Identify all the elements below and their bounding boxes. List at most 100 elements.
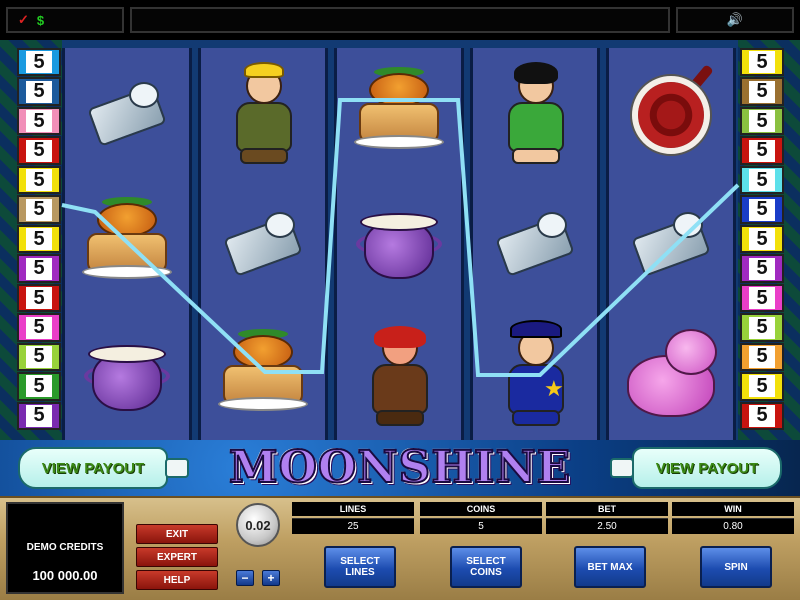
- payline-number: 5: [749, 51, 775, 74]
- bottle-cap-icon: [165, 458, 189, 478]
- reel-3: [334, 48, 464, 440]
- lines-label: LINES: [292, 502, 414, 516]
- symbol-pumpkin-pie: [201, 310, 325, 440]
- coins-value: 5: [420, 518, 542, 534]
- payline-badge-left-6[interactable]: 5: [17, 195, 61, 224]
- payline-badge-right-2[interactable]: 5: [740, 77, 784, 106]
- bet-stat: BET 2.50: [546, 502, 668, 534]
- payline-number: 5: [26, 345, 52, 368]
- symbol-beans-pan: [609, 48, 733, 178]
- payline-number: 5: [26, 404, 52, 427]
- payline-number: 5: [26, 139, 52, 162]
- bet-value: 2.50: [546, 518, 668, 534]
- credits-display: DEMO CREDITS 100 000.00: [6, 502, 124, 594]
- payline-number: 5: [749, 80, 775, 103]
- check-icon[interactable]: ✓: [18, 12, 29, 28]
- payline-number: 5: [26, 169, 52, 192]
- exit-button[interactable]: EXIT: [136, 524, 218, 544]
- view-payout-button-left[interactable]: VIEW PAYOUT: [18, 447, 168, 489]
- payline-number: 5: [749, 228, 775, 251]
- payline-number: 5: [749, 139, 775, 162]
- payline-badge-left-11[interactable]: 5: [17, 342, 61, 372]
- payline-badge-left-7[interactable]: 5: [17, 224, 61, 254]
- bet-label: BET: [546, 502, 668, 516]
- coins-stat: COINS 5: [420, 502, 542, 534]
- payline-number: 5: [749, 404, 775, 427]
- payline-badge-right-12[interactable]: 5: [740, 372, 784, 401]
- payline-badge-right-3[interactable]: 5: [740, 106, 784, 136]
- payline-badge-left-2[interactable]: 5: [17, 77, 61, 106]
- message-panel: [130, 7, 670, 33]
- select-coins-button[interactable]: SELECT COINS: [450, 546, 522, 588]
- symbol-red-haired-troll: [337, 310, 461, 440]
- bet-max-button[interactable]: BET MAX: [574, 546, 646, 588]
- game-logo: MOONSHINE: [228, 441, 572, 494]
- help-button[interactable]: HELP: [136, 570, 218, 590]
- coins-label: COINS: [420, 502, 542, 516]
- payline-badge-right-8[interactable]: 5: [740, 254, 784, 283]
- credits-label: DEMO CREDITS: [26, 542, 104, 553]
- payline-badge-right-9[interactable]: 5: [740, 283, 784, 313]
- payline-number: 5: [749, 257, 775, 280]
- symbol-sardines: [609, 178, 733, 308]
- payline-badge-right-7[interactable]: 5: [740, 224, 784, 254]
- coin-increase-button[interactable]: +: [262, 570, 280, 586]
- symbol-sardines: [473, 178, 597, 308]
- payline-badge-right-1[interactable]: 5: [740, 48, 784, 77]
- payline-number: 5: [26, 287, 52, 310]
- payline-badge-left-13[interactable]: 5: [17, 401, 61, 431]
- payline-number: 5: [26, 80, 52, 103]
- view-payout-button-right[interactable]: VIEW PAYOUT: [632, 447, 782, 489]
- lines-stat: LINES 25: [292, 502, 414, 534]
- reel-1: [62, 48, 192, 440]
- payline-number: 5: [26, 51, 52, 74]
- bottle-cap-icon: [610, 458, 634, 478]
- reel-2: [198, 48, 328, 440]
- symbol-hillbilly-banjo: [201, 48, 325, 178]
- payline-badge-left-8[interactable]: 5: [17, 254, 61, 283]
- payline-badge-right-6[interactable]: 5: [740, 195, 784, 224]
- win-stat: WIN 0.80: [672, 502, 794, 534]
- payline-number: 5: [749, 316, 775, 339]
- payline-badge-left-3[interactable]: 5: [17, 106, 61, 136]
- symbol-sheriff: ★: [473, 310, 597, 440]
- payline-number: 5: [26, 110, 52, 133]
- symbol-moonshine-pot: [337, 178, 461, 308]
- payline-badge-left-5[interactable]: 5: [17, 165, 61, 195]
- payline-badge-left-12[interactable]: 5: [17, 372, 61, 401]
- reel-4: ★: [470, 48, 600, 440]
- payline-number: 5: [26, 198, 52, 221]
- win-value: 0.80: [672, 518, 794, 534]
- payline-badge-left-10[interactable]: 5: [17, 313, 61, 342]
- payline-badge-right-4[interactable]: 5: [740, 136, 784, 165]
- payline-badge-left-9[interactable]: 5: [17, 283, 61, 313]
- coin-decrease-button[interactable]: −: [236, 570, 254, 586]
- payline-number: 5: [26, 228, 52, 251]
- symbol-big-guy: [473, 48, 597, 178]
- payline-badge-right-10[interactable]: 5: [740, 313, 784, 342]
- symbol-sardines: [65, 48, 189, 178]
- payline-badge-left-1[interactable]: 5: [17, 48, 61, 77]
- payline-indicators-right: 5 5 5 5 5 5 5 5 5 5 5 5 5: [740, 48, 784, 431]
- expert-button[interactable]: EXPERT: [136, 547, 218, 567]
- payline-number: 5: [749, 110, 775, 133]
- dollar-icon[interactable]: $: [37, 13, 44, 28]
- spin-button[interactable]: SPIN: [700, 546, 772, 588]
- lines-value: 25: [292, 518, 414, 534]
- top-bar: ✓ $ 🔊: [0, 0, 800, 40]
- sound-icon[interactable]: 🔊: [727, 12, 743, 28]
- payline-number: 5: [26, 375, 52, 398]
- payline-badge-right-11[interactable]: 5: [740, 342, 784, 372]
- symbol-pumpkin-pie: [337, 48, 461, 178]
- coin-value-display: 0.02: [236, 503, 280, 547]
- star-badge-icon: ★: [544, 376, 564, 401]
- payline-badge-right-13[interactable]: 5: [740, 401, 784, 431]
- credits-value: 100 000.00: [32, 568, 98, 583]
- payline-badge-right-5[interactable]: 5: [740, 165, 784, 195]
- payline-number: 5: [749, 198, 775, 221]
- payline-badge-left-4[interactable]: 5: [17, 136, 61, 165]
- select-lines-button[interactable]: SELECT LINES: [324, 546, 396, 588]
- payline-number: 5: [26, 257, 52, 280]
- reel-5: [606, 48, 736, 440]
- symbol-pink-pig: [609, 310, 733, 440]
